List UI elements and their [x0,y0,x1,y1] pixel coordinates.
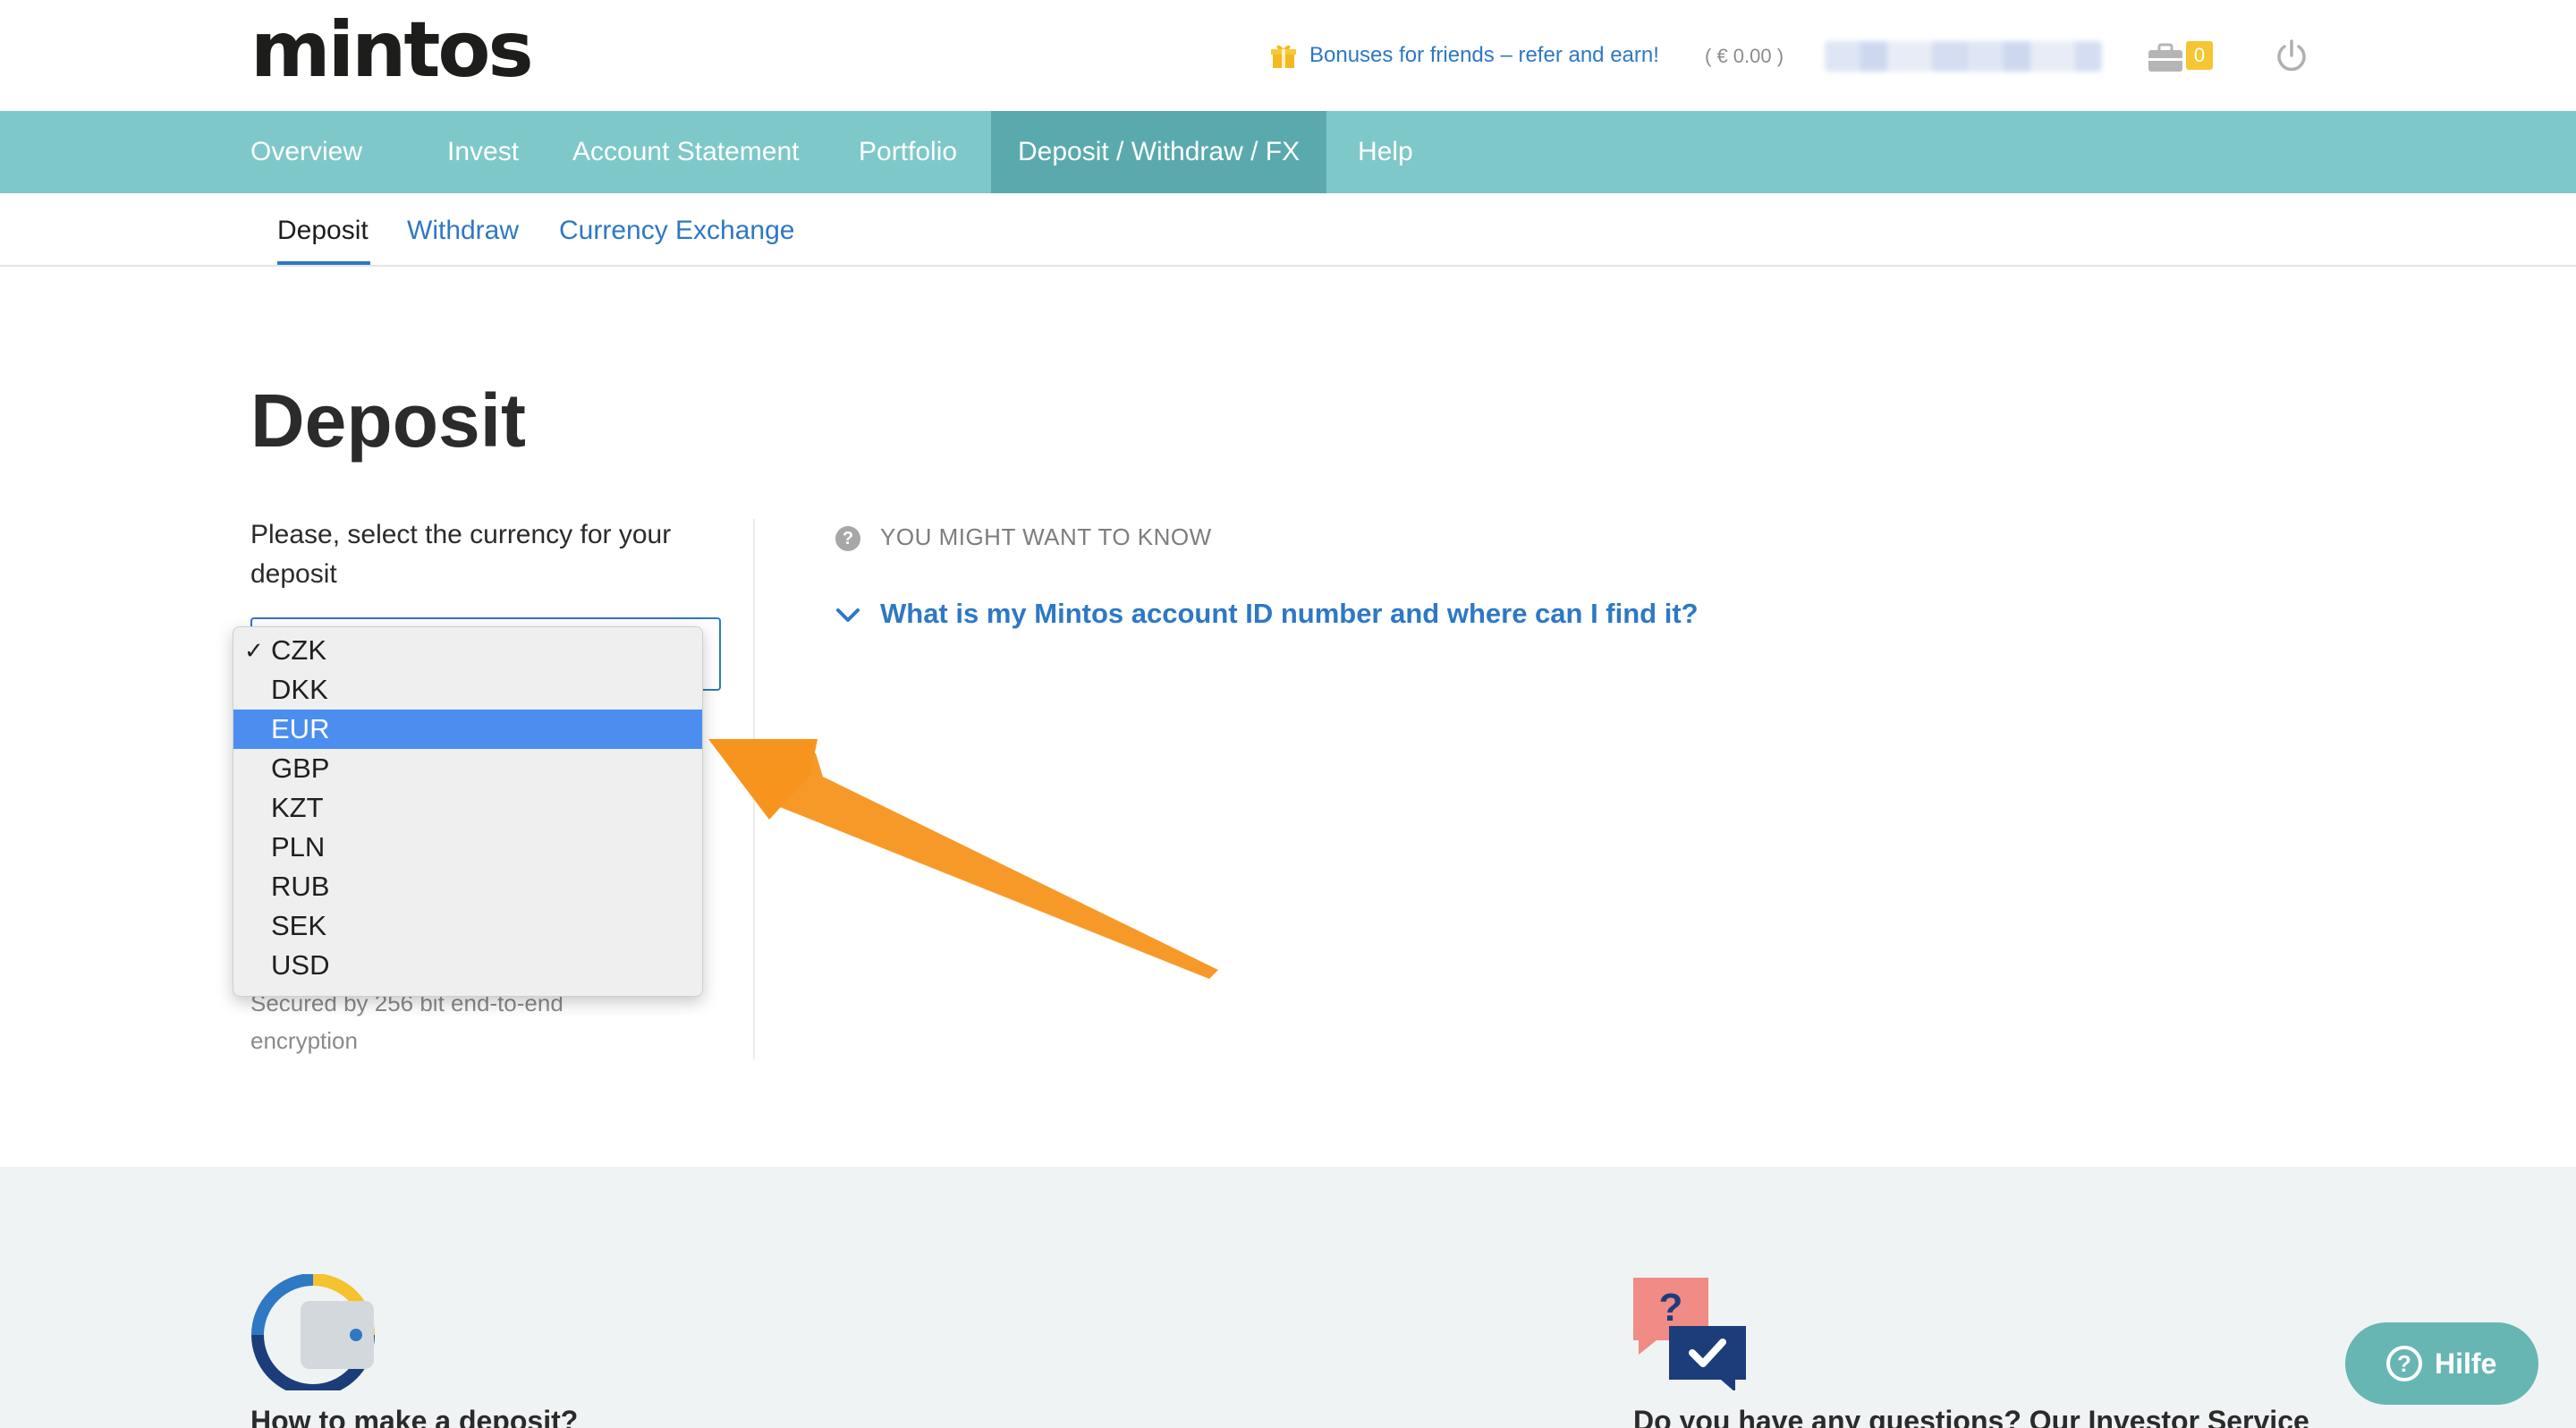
checkmark-icon: ✓ [244,637,264,664]
currency-dropdown-list: ✓ CZK DKK EUR GBP KZT PLN RUB SEK USD [233,626,703,997]
how-to-deposit-heading: How to make a deposit? [250,1405,579,1428]
gift-icon [1271,45,1296,68]
nav-deposit-withdraw-fx[interactable]: Deposit / Withdraw / FX [991,111,1327,193]
nav-portfolio[interactable]: Portfolio [832,111,984,193]
bonus-referral-link[interactable]: Bonuses for friends – refer and earn! [1309,41,1659,70]
help-button-label: Hilfe [2435,1347,2497,1380]
info-panel-header: YOU MIGHT WANT TO KNOW [880,523,1212,550]
wallet-icon [251,1274,375,1390]
briefcase-icon[interactable] [2147,39,2184,75]
option-label: GBP [271,752,330,784]
currency-option-eur[interactable]: EUR [233,710,702,749]
option-label: PLN [271,831,326,863]
nav-account-statement[interactable]: Account Statement [546,111,826,193]
active-tab-underline [277,261,370,265]
footer-section [0,1167,2576,1428]
sub-navigation: Deposit Withdraw Currency Exchange [0,193,2576,267]
currency-option-usd[interactable]: USD [233,946,702,985]
logout-power-icon[interactable] [2274,38,2309,73]
chat-question-icon: ? [1633,1278,1746,1390]
option-label: RUB [271,871,330,902]
page-title: Deposit [250,378,527,463]
main-navigation: Overview Invest Account Statement Portfo… [0,111,2576,193]
currency-option-sek[interactable]: SEK [233,906,702,946]
option-label: USD [271,949,330,981]
svg-text:?: ? [1659,1286,1683,1330]
user-name-blurred[interactable] [1825,41,2102,72]
question-circle-icon: ? [2386,1346,2422,1381]
faq-account-id-question[interactable]: What is my Mintos account ID number and … [880,594,1699,633]
questions-heading: Do you have any questions? Our Investor … [1633,1405,2309,1428]
option-label: CZK [271,634,326,666]
nav-invest[interactable]: Invest [420,111,546,193]
nav-overview[interactable]: Overview [224,111,389,193]
chevron-down-icon[interactable] [834,601,862,630]
help-chat-button[interactable]: ? Hilfe [2345,1322,2538,1405]
option-label: EUR [271,713,330,744]
notification-badge[interactable]: 0 [2186,41,2213,70]
option-label: DKK [271,674,328,705]
nav-help[interactable]: Help [1331,111,1440,193]
currency-option-gbp[interactable]: GBP [233,749,702,788]
currency-option-czk[interactable]: ✓ CZK [233,631,702,670]
option-label: SEK [271,910,327,941]
tab-withdraw[interactable]: Withdraw [407,213,519,249]
column-divider [753,519,755,1059]
currency-select-label: Please, select the currency for your dep… [250,520,672,589]
currency-option-rub[interactable]: RUB [233,867,702,906]
tab-deposit[interactable]: Deposit [277,213,369,249]
currency-option-pln[interactable]: PLN [233,828,702,867]
option-label: KZT [271,792,324,823]
mintos-logo[interactable]: mintos [250,5,534,95]
currency-option-dkk[interactable]: DKK [233,670,702,710]
top-header: mintos Bonuses for friends – refer and e… [0,0,2576,111]
tab-currency-exchange[interactable]: Currency Exchange [559,213,794,249]
question-circle-icon: ? [835,526,860,551]
currency-option-kzt[interactable]: KZT [233,788,702,828]
account-balance: ( € 0.00 ) [1705,45,1784,67]
